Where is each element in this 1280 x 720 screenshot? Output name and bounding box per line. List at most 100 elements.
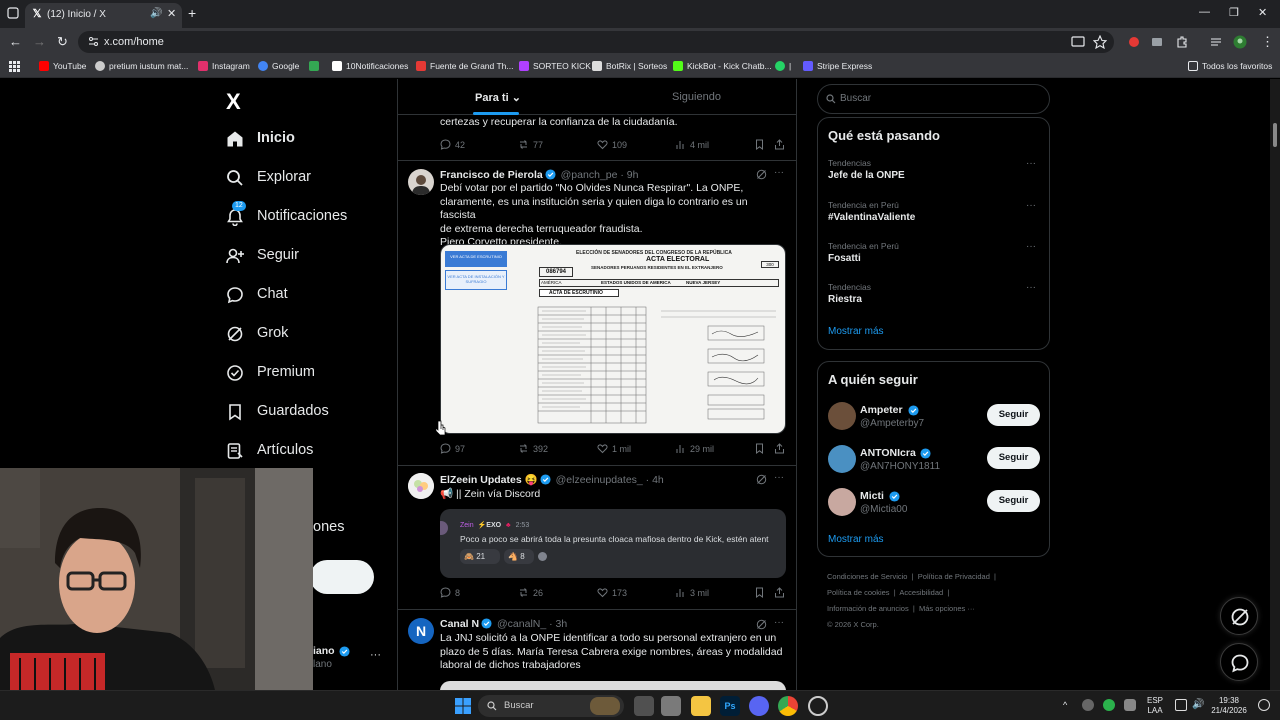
like-button[interactable]: 173	[597, 587, 627, 598]
grok-icon[interactable]	[756, 619, 767, 630]
footer-link[interactable]: Condiciones de Servicio	[827, 572, 907, 581]
bookmark-10notificaciones[interactable]: 10Notificaciones	[332, 61, 408, 71]
author-handle[interactable]: @elzeeinupdates_	[556, 474, 643, 486]
grok-icon[interactable]	[756, 169, 767, 180]
author-name[interactable]: Francisco de Pierola	[440, 169, 543, 181]
follow-button[interactable]: Seguir	[987, 490, 1040, 512]
back-button[interactable]: ←	[9, 35, 22, 48]
volume-icon[interactable]: 🔊	[1192, 699, 1204, 711]
author-name[interactable]: Canal N	[440, 618, 479, 630]
windows-start-icon[interactable]	[455, 698, 471, 714]
bookmark-kickbot[interactable]: KickBot - Kick Chatb...	[673, 61, 772, 71]
avatar[interactable]	[828, 402, 856, 430]
reply-button[interactable]: 42	[440, 139, 465, 150]
file-explorer-icon[interactable]	[691, 696, 711, 716]
more-options-icon[interactable]: ···	[774, 167, 784, 178]
bookmark-pretium[interactable]: pretium iustum mat...	[95, 61, 188, 71]
photoshop-icon[interactable]: Ps	[720, 696, 740, 716]
avatar[interactable]	[408, 473, 434, 499]
sidebar-item-grok[interactable]: Grok	[226, 321, 426, 349]
sidebar-item-premium[interactable]: Premium	[226, 360, 426, 388]
tweet-image[interactable]: VER ACTA DE ESCRUTINIO VER ACTA DE INSTA…	[440, 244, 786, 434]
chrome-icon[interactable]	[778, 696, 798, 716]
repost-button[interactable]: 77	[518, 139, 543, 150]
views-button[interactable]: 29 mil	[675, 443, 714, 454]
network-icon[interactable]	[1175, 699, 1187, 711]
bookmark-google[interactable]: Google	[258, 61, 299, 71]
extension-icon[interactable]	[1150, 35, 1164, 49]
tray-icon-1[interactable]	[1082, 699, 1094, 711]
more-options-icon[interactable]: ···	[1026, 200, 1036, 211]
grok-floating-button[interactable]	[1220, 597, 1258, 635]
bookmark-tweet-icon[interactable]	[754, 139, 765, 150]
sidebar-item-articulos[interactable]: Artículos	[226, 438, 426, 466]
share-icon[interactable]	[774, 587, 785, 598]
forward-button[interactable]: →	[33, 35, 46, 48]
sidebar-item-seguir[interactable]: Seguir	[226, 243, 426, 271]
tab-audio-icon[interactable]: 🔊	[150, 8, 162, 19]
more-options-icon[interactable]: ···	[774, 472, 784, 483]
browser-tab-active[interactable]: 𝕏 (12) Inicio / X 🔊 ✕	[25, 3, 182, 28]
tab-para-ti[interactable]: Para ti ⌄	[475, 91, 521, 104]
tweet-image-discord[interactable]: Zein ⚡EXO ♣ 2:53 Poco a poco se abrirá t…	[440, 509, 786, 578]
extension-red-icon[interactable]	[1127, 35, 1141, 49]
site-info-icon[interactable]	[88, 36, 99, 47]
tab-siguiendo[interactable]: Siguiendo	[672, 91, 721, 103]
address-bar[interactable]: x.com/home	[78, 31, 1114, 53]
close-window-button[interactable]: ✕	[1258, 6, 1267, 19]
bookmark-botrix[interactable]: BotRix | Sorteos	[592, 61, 667, 71]
repost-button[interactable]: 392	[518, 443, 548, 454]
more-options-icon[interactable]: ···	[774, 617, 784, 628]
restore-button[interactable]: ❐	[1229, 6, 1239, 19]
sidebar-item-chat[interactable]: Chat	[226, 282, 426, 310]
bookmark-all-folder[interactable]: Todos los favoritos	[1188, 61, 1272, 71]
x-logo[interactable]: X	[226, 89, 241, 115]
app-icon[interactable]	[661, 696, 681, 716]
show-more-trends-link[interactable]: Mostrar más	[828, 326, 884, 337]
profile-name[interactable]: iano	[313, 645, 335, 657]
reply-button[interactable]: 97	[440, 443, 465, 454]
cast-icon[interactable]	[1071, 35, 1085, 49]
menu-kebab-icon[interactable]: ⋮	[1261, 35, 1274, 48]
sidebar-item-notificaciones[interactable]: 12 Notificaciones	[226, 201, 426, 232]
more-options-icon[interactable]: ···	[1026, 282, 1036, 293]
author-name[interactable]: ElZeein Updates 😝	[440, 474, 538, 486]
bookmark-sorteo-kick[interactable]: SORTEO KICK	[519, 61, 591, 71]
bookmark-tweet-icon[interactable]	[754, 443, 765, 454]
bookmark-youtube[interactable]: YouTube	[39, 61, 86, 71]
reading-list-icon[interactable]	[1209, 35, 1223, 49]
profile-menu-icon[interactable]: ···	[370, 649, 381, 661]
sidebar-item-guardados[interactable]: Guardados	[226, 399, 426, 427]
reload-button[interactable]: ↻	[57, 35, 68, 48]
bookmark-stripe[interactable]: Stripe Express	[803, 61, 872, 71]
page-scrollbar[interactable]	[1270, 79, 1280, 690]
avatar[interactable]	[828, 445, 856, 473]
new-tab-button[interactable]: +	[188, 5, 196, 21]
sidebar-item-inicio[interactable]: Inicio	[226, 126, 426, 154]
bookmark-whatsapp[interactable]: |	[775, 61, 791, 71]
tray-icon-2[interactable]	[1103, 699, 1115, 711]
more-options-icon[interactable]: ···	[1026, 241, 1036, 252]
tweet-time[interactable]: · 9h	[620, 169, 638, 181]
avatar[interactable]	[408, 169, 434, 195]
views-button[interactable]: 4 mil	[675, 139, 709, 150]
show-more-follow-link[interactable]: Mostrar más	[828, 534, 884, 545]
bookmark-green[interactable]	[309, 61, 323, 71]
discord-icon[interactable]	[749, 696, 769, 716]
clock[interactable]: 19:38 21/4/2026	[1210, 696, 1248, 716]
share-icon[interactable]	[774, 139, 785, 150]
apps-grid-icon[interactable]	[9, 61, 20, 72]
avatar[interactable]: N	[408, 618, 434, 644]
taskbar-search-input[interactable]: Buscar	[478, 695, 624, 717]
like-button[interactable]: 109	[597, 139, 627, 150]
tweet-image-partial[interactable]	[440, 681, 786, 690]
share-icon[interactable]	[774, 443, 785, 454]
tweet-time[interactable]: · 3h	[549, 618, 567, 630]
minimize-button[interactable]: —	[1199, 6, 1210, 18]
footer-link[interactable]: Política de Privacidad	[918, 572, 990, 581]
task-view-icon[interactable]	[634, 696, 654, 716]
star-icon[interactable]	[1093, 35, 1107, 49]
notification-center-icon[interactable]	[1258, 699, 1270, 711]
grok-icon[interactable]	[756, 474, 767, 485]
bookmark-grand-theft[interactable]: Fuente de Grand Th...	[416, 61, 513, 71]
